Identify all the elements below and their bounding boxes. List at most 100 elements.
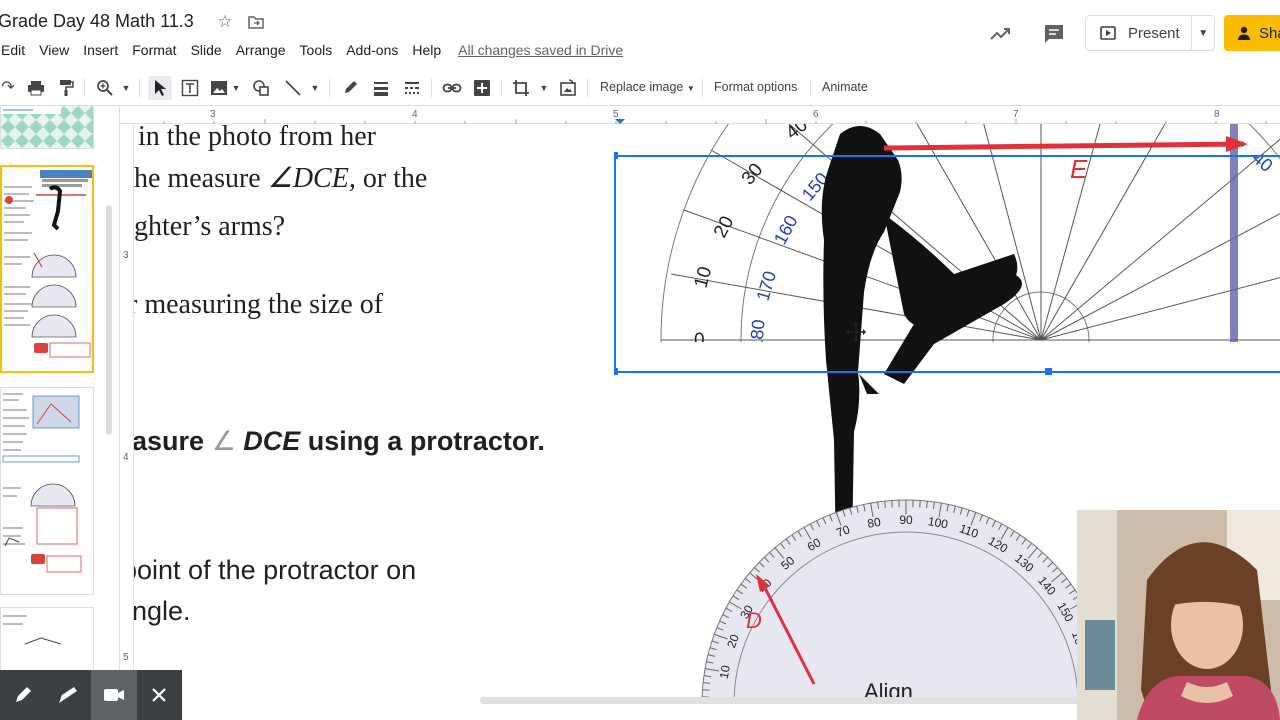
present-icon bbox=[1100, 26, 1116, 40]
present-dropdown-icon[interactable]: ▼ bbox=[1192, 28, 1214, 39]
redo-icon[interactable]: ↷ bbox=[0, 76, 16, 100]
close-icon[interactable] bbox=[137, 670, 183, 720]
protractor-bottom-label: 80 bbox=[866, 515, 882, 531]
zoom-icon[interactable] bbox=[94, 76, 116, 100]
share-button[interactable]: Sha bbox=[1224, 15, 1280, 51]
point-e-label: E bbox=[1070, 154, 1088, 184]
slide-text-line[interactable]: he measure ∠DCE, or the bbox=[134, 161, 427, 195]
line-icon[interactable] bbox=[282, 76, 304, 100]
move-folder-icon[interactable] bbox=[247, 13, 265, 31]
menu-format[interactable]: Format bbox=[125, 42, 183, 58]
ruler-ticks bbox=[163, 119, 1267, 124]
image-dropdown-icon[interactable]: ▼ bbox=[231, 76, 241, 100]
toolbar-divider bbox=[329, 79, 330, 97]
slide-thumbnail[interactable] bbox=[0, 387, 94, 595]
save-status[interactable]: All changes saved in Drive bbox=[458, 42, 623, 58]
format-options-button[interactable]: Format options bbox=[714, 80, 797, 94]
share-label: Sha bbox=[1259, 24, 1280, 42]
bottom-protractor: 1020304050607080901001101201301401501601… bbox=[701, 499, 1111, 704]
menu-bar: Edit View Insert Format Slide Arrange To… bbox=[0, 38, 623, 62]
menu-edit[interactable]: Edit bbox=[0, 42, 32, 58]
ruler-label: 8 bbox=[1214, 109, 1220, 120]
border-color-icon[interactable] bbox=[339, 76, 361, 100]
ruler-label: 4 bbox=[123, 452, 129, 463]
animate-button[interactable]: Animate bbox=[822, 80, 868, 94]
slide-text-line[interactable]: r measuring the size of bbox=[134, 289, 383, 321]
star-icon[interactable]: ☆ bbox=[216, 13, 234, 31]
person-icon bbox=[1238, 26, 1250, 40]
menu-help[interactable]: Help bbox=[405, 42, 448, 58]
ruler-label: 5 bbox=[123, 652, 129, 663]
reset-image-icon[interactable] bbox=[557, 76, 579, 100]
ruler-label: 7 bbox=[1013, 109, 1019, 120]
angle-dce-label: ∠DCE, bbox=[267, 163, 356, 194]
add-comment-icon[interactable] bbox=[471, 76, 493, 100]
insert-image-icon[interactable] bbox=[208, 76, 230, 100]
menu-slide[interactable]: Slide bbox=[184, 42, 229, 58]
menu-view[interactable]: View bbox=[32, 42, 76, 58]
paint-format-icon[interactable] bbox=[55, 76, 77, 100]
webcam-overlay[interactable] bbox=[1077, 510, 1280, 720]
presenter-video bbox=[1077, 510, 1280, 720]
menu-arrange[interactable]: Arrange bbox=[229, 42, 293, 58]
slide-filmstrip[interactable] bbox=[0, 105, 120, 720]
vertical-ruler: 3 4 5 bbox=[120, 124, 134, 720]
shape-icon[interactable] bbox=[250, 76, 272, 100]
ruler-label: 3 bbox=[123, 250, 129, 261]
replace-image-label: Replace image bbox=[600, 80, 684, 94]
horizontal-scrollbar[interactable] bbox=[480, 697, 1080, 704]
point-d-label: D bbox=[746, 608, 762, 633]
toolbar-divider bbox=[501, 79, 502, 97]
slide-text-line[interactable]: asure ∠ DCE using a protractor. bbox=[134, 426, 545, 457]
slides-app: Grade Day 48 Math 11.3 ☆ Present ▼ Sha E… bbox=[0, 0, 1280, 720]
replace-image-button[interactable]: Replace image ▼ bbox=[600, 80, 695, 94]
protractor-bottom-label: 90 bbox=[899, 513, 913, 527]
pen-icon[interactable] bbox=[0, 670, 46, 720]
text-box-icon[interactable] bbox=[179, 76, 201, 100]
print-icon[interactable] bbox=[25, 76, 47, 100]
menu-addons[interactable]: Add-ons bbox=[339, 42, 405, 58]
protractor-outer-label: 0 bbox=[694, 330, 705, 351]
highlighter-icon[interactable] bbox=[46, 670, 92, 720]
toolbar-divider bbox=[84, 79, 85, 97]
document-title[interactable]: Grade Day 48 Math 11.3 bbox=[0, 11, 194, 32]
slide-text-line[interactable]: ngle. bbox=[134, 596, 191, 627]
toolbar-divider bbox=[810, 79, 811, 97]
toolbar-divider bbox=[139, 79, 140, 97]
crop-dropdown-icon[interactable]: ▼ bbox=[539, 76, 549, 100]
activity-dashboard-icon[interactable] bbox=[989, 22, 1013, 46]
present-label: Present bbox=[1128, 24, 1180, 42]
protractor-inner-label: 180 bbox=[746, 319, 769, 351]
comments-icon[interactable] bbox=[1042, 22, 1066, 46]
angle-dce-label: DCE bbox=[235, 426, 301, 456]
slide-text-line[interactable]: point of the protractor on bbox=[134, 555, 416, 586]
webcam-toggle-icon[interactable] bbox=[91, 670, 137, 720]
toolbar-divider bbox=[702, 79, 703, 97]
slide-text-fragment: or the bbox=[355, 163, 428, 194]
crop-icon[interactable] bbox=[510, 76, 532, 100]
ruler-label: 4 bbox=[412, 109, 418, 120]
replace-image-dropdown-icon: ▼ bbox=[686, 84, 695, 93]
slide-thumbnail-active[interactable] bbox=[0, 165, 94, 373]
toolbar-divider bbox=[431, 79, 432, 97]
protractor-bottom-label: 10 bbox=[717, 664, 733, 680]
recording-toolbar bbox=[0, 670, 182, 720]
filmstrip-scrollbar[interactable] bbox=[106, 205, 112, 435]
angle-symbol: ∠ bbox=[211, 426, 236, 456]
toolbar-divider bbox=[587, 79, 588, 97]
toolbar: ↷ ▼ ▼ ▼ ▼ Replace image ▼ Format options… bbox=[0, 70, 1280, 106]
link-icon[interactable] bbox=[441, 76, 463, 100]
line-dropdown-icon[interactable]: ▼ bbox=[310, 76, 320, 100]
zoom-dropdown-icon[interactable]: ▼ bbox=[120, 76, 132, 100]
present-button[interactable]: Present ▼ bbox=[1085, 15, 1215, 51]
menu-tools[interactable]: Tools bbox=[293, 42, 340, 58]
border-dash-icon[interactable] bbox=[401, 76, 423, 100]
border-weight-icon[interactable] bbox=[370, 76, 392, 100]
slide-text-line[interactable]: ghter’s arms? bbox=[134, 211, 285, 243]
menu-insert[interactable]: Insert bbox=[76, 42, 125, 58]
slide-text-line[interactable]: in the photo from her bbox=[138, 124, 376, 153]
select-tool-icon[interactable] bbox=[148, 76, 172, 100]
horizontal-ruler: 3 4 5 6 7 8 bbox=[120, 107, 1280, 124]
ruler-label: 6 bbox=[813, 109, 819, 120]
slide-thumbnail[interactable] bbox=[0, 105, 94, 149]
